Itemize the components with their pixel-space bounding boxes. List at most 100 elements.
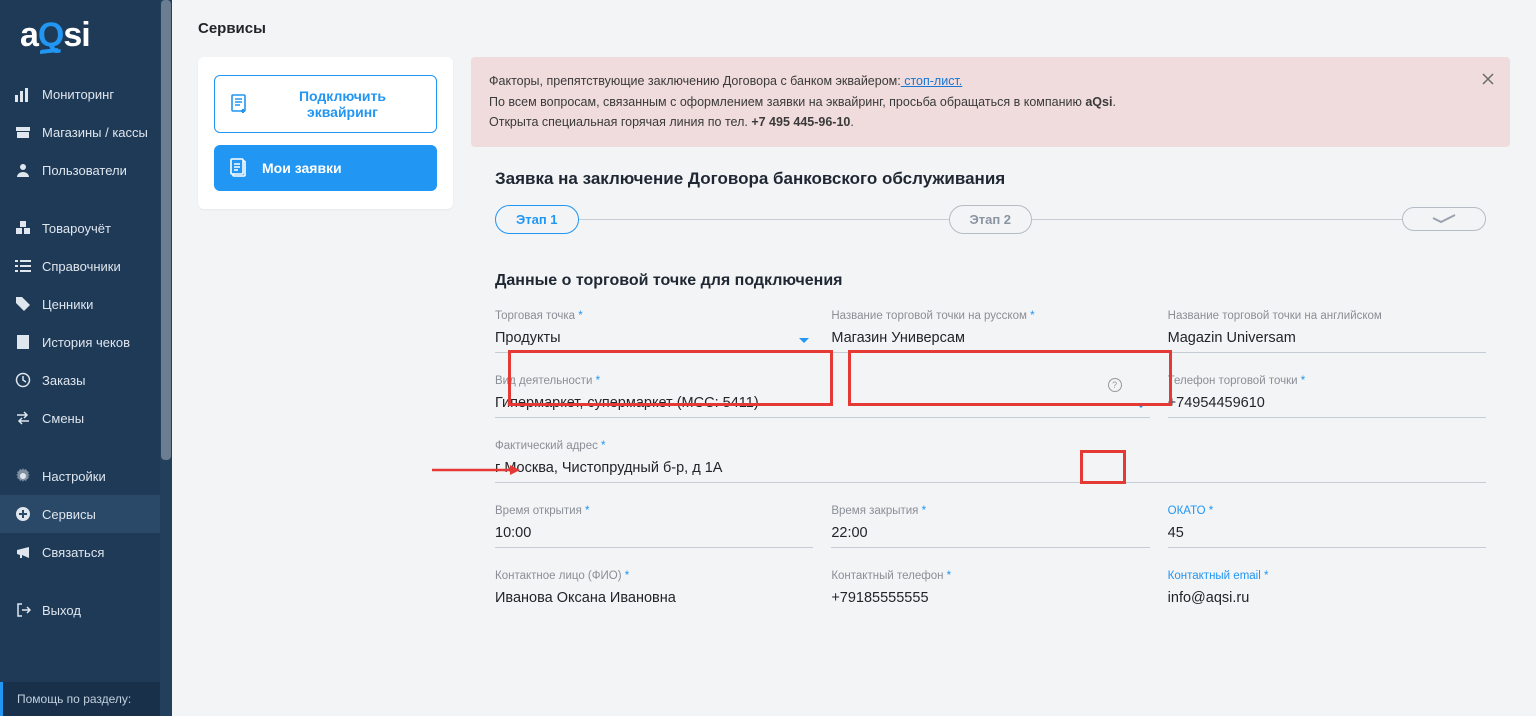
clock-icon (14, 371, 32, 389)
annotation-arrow-icon (432, 463, 520, 477)
address-input[interactable] (495, 456, 1486, 483)
sidebar-nav: Мониторинг Магазины / кассы Пользователи… (0, 75, 172, 682)
logout-icon (14, 601, 32, 619)
field-label: Торговая точка * (495, 310, 813, 322)
store-icon (14, 123, 32, 141)
steps-row: Этап 1 Этап 2 (471, 199, 1510, 272)
alert-text: По всем вопросам, связанным с оформление… (489, 95, 1085, 109)
sidebar-item-label: Настройки (42, 469, 106, 484)
phone-point-input[interactable] (1168, 391, 1486, 418)
left-panel: Подключить эквайринг Мои заявки (198, 57, 453, 209)
button-label: Подключить эквайринг (263, 88, 422, 120)
receipt-icon (14, 333, 32, 351)
form-grid: Торговая точка * Название торговой точки… (471, 310, 1510, 612)
card-title: Заявка на заключение Договора банковског… (471, 165, 1510, 199)
name-ru-input[interactable] (831, 326, 1149, 353)
sidebar-item-receipts[interactable]: История чеков (0, 323, 172, 361)
field-label: Контактное лицо (ФИО) * (495, 570, 813, 582)
trade-point-field: Торговая точка * (495, 310, 813, 353)
step-3-chip[interactable] (1402, 207, 1486, 231)
sidebar-item-label: Выход (42, 603, 81, 618)
logo-a: a (20, 16, 38, 55)
contact-email-field: Контактный email * (1168, 570, 1486, 612)
sidebar-item-label: Товароучёт (42, 221, 111, 236)
sidebar-item-logout[interactable]: Выход (0, 591, 172, 629)
field-label: Контактный email * (1168, 570, 1486, 582)
contact-email-input[interactable] (1168, 586, 1486, 612)
field-label: Вид деятельности * (495, 375, 1150, 387)
sidebar-item-users[interactable]: Пользователи (0, 151, 172, 189)
sidebar-item-settings[interactable]: Настройки (0, 457, 172, 495)
my-requests-button[interactable]: Мои заявки (214, 145, 437, 191)
open-time-field: Время открытия * (495, 505, 813, 548)
field-label: Телефон торговой точки * (1168, 375, 1486, 387)
sidebar-item-contact[interactable]: Связаться (0, 533, 172, 571)
help-icon[interactable]: ? (1108, 378, 1122, 392)
sidebar-item-monitoring[interactable]: Мониторинг (0, 75, 172, 113)
step-2-chip[interactable]: Этап 2 (949, 205, 1033, 234)
sidebar-item-label: Ценники (42, 297, 93, 312)
section-header: Данные о торговой точке для подключения (471, 272, 1510, 310)
connect-acquiring-button[interactable]: Подключить эквайринг (214, 75, 437, 133)
field-label: Название торговой точки на русском * (831, 310, 1149, 322)
open-time-input[interactable] (495, 521, 813, 548)
chart-bar-icon (14, 85, 32, 103)
alert-brand: aQsi (1085, 95, 1112, 109)
sidebar-item-label: Смены (42, 411, 84, 426)
user-icon (14, 161, 32, 179)
tag-icon (14, 295, 32, 313)
close-icon[interactable] (1480, 71, 1496, 87)
sidebar-item-references[interactable]: Справочники (0, 247, 172, 285)
sidebar-item-label: Связаться (42, 545, 104, 560)
documents-icon (228, 157, 250, 179)
step-1-chip[interactable]: Этап 1 (495, 205, 579, 234)
name-ru-field: Название торговой точки на русском * (831, 310, 1149, 353)
trade-point-select[interactable] (495, 326, 813, 353)
field-label: Контактный телефон * (831, 570, 1149, 582)
contact-phone-input[interactable] (831, 586, 1149, 612)
sidebar-item-services[interactable]: Сервисы (0, 495, 172, 533)
swap-icon (14, 409, 32, 427)
logo-q: Q (38, 16, 63, 55)
sidebar-item-label: Справочники (42, 259, 121, 274)
main-content: Сервисы Подключить эквайринг Мои заявки … (172, 0, 1536, 716)
sidebar-item-orders[interactable]: Заказы (0, 361, 172, 399)
sidebar-item-label: Мониторинг (42, 87, 114, 102)
step-connector (1032, 219, 1402, 221)
stoplist-link[interactable]: стоп-лист. (901, 74, 963, 88)
address-field: Фактический адрес * (495, 440, 1486, 483)
alert-text: Факторы, препятствующие заключению Догов… (489, 74, 901, 88)
sidebar-item-label: Магазины / кассы (42, 125, 148, 140)
logo-si: si (63, 16, 89, 55)
field-label: Время открытия * (495, 505, 813, 517)
sidebar-item-pricetags[interactable]: Ценники (0, 285, 172, 323)
contact-phone-field: Контактный телефон * (831, 570, 1149, 612)
connect-document-icon (229, 93, 251, 115)
contact-name-input[interactable] (495, 586, 813, 612)
alert-text: Открыта специальная горячая линия по тел… (489, 115, 751, 129)
chevron-down-icon (799, 338, 809, 343)
sidebar-scrollbar-thumb[interactable] (161, 0, 171, 460)
sidebar-item-label: Пользователи (42, 163, 127, 178)
contact-name-field: Контактное лицо (ФИО) * (495, 570, 813, 612)
okato-input[interactable] (1168, 521, 1486, 548)
field-label: Фактический адрес * (495, 440, 1486, 452)
activity-select[interactable] (495, 391, 1150, 418)
close-time-field: Время закрытия * (831, 505, 1149, 548)
alert-phone: +7 495 445-96-10 (751, 115, 850, 129)
sidebar-item-inventory[interactable]: Товароучёт (0, 209, 172, 247)
sidebar-scrollbar-track[interactable] (160, 0, 172, 716)
help-section-label: Помощь по разделу: (0, 682, 172, 716)
page-title: Сервисы (172, 0, 1536, 57)
close-time-input[interactable] (831, 521, 1149, 548)
sidebar-item-label: История чеков (42, 335, 130, 350)
sidebar-item-shops[interactable]: Магазины / кассы (0, 113, 172, 151)
okato-field: ОКАТО * (1168, 505, 1486, 548)
sidebar-item-shifts[interactable]: Смены (0, 399, 172, 437)
field-label: ОКАТО * (1168, 505, 1486, 517)
info-alert: Факторы, препятствующие заключению Догов… (471, 57, 1510, 147)
name-en-input[interactable] (1168, 326, 1486, 353)
plus-circle-icon (14, 505, 32, 523)
sidebar-item-label: Сервисы (42, 507, 96, 522)
field-label: Название торговой точки на английском (1168, 310, 1486, 322)
